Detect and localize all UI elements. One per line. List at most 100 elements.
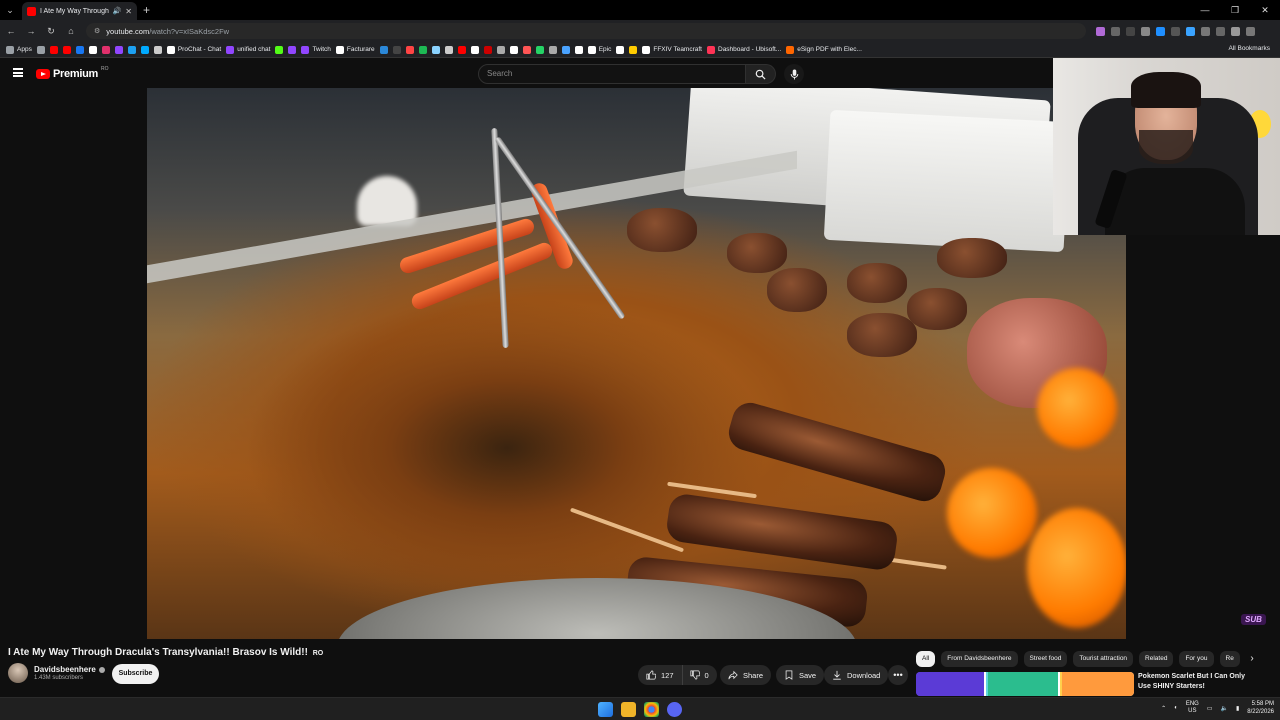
dislike-button[interactable]: 0 xyxy=(682,665,717,685)
recommended-video[interactable]: Pokemon Scarlet But I Can Only Use SHINY… xyxy=(916,672,1256,696)
bookmark-item[interactable]: Facturare xyxy=(335,45,375,54)
bookmark-item[interactable] xyxy=(483,45,492,54)
filter-chip[interactable]: Related xyxy=(1139,651,1174,667)
bookmark-item[interactable] xyxy=(574,45,583,54)
bookmark-item[interactable]: Dashboard - Ubisoft... xyxy=(707,45,781,54)
bookmark-item[interactable] xyxy=(140,45,149,54)
speaker-icon[interactable]: 🔊 xyxy=(113,7,122,15)
filter-chip[interactable]: Re xyxy=(1219,651,1240,667)
bookmark-item[interactable] xyxy=(418,45,427,54)
bookmark-item[interactable] xyxy=(431,45,440,54)
discord-icon[interactable] xyxy=(667,702,682,717)
tab-search-icon[interactable]: ⌄ xyxy=(0,5,20,16)
close-window-button[interactable]: ✕ xyxy=(1250,0,1280,20)
channel-name[interactable]: Davidsbeenhere xyxy=(34,665,96,674)
bookmark-item[interactable] xyxy=(101,45,110,54)
bookmark-item[interactable] xyxy=(62,45,71,54)
extension-icon[interactable] xyxy=(1186,26,1195,36)
network-icon[interactable]: ◐ xyxy=(1174,705,1178,711)
bookmark-item[interactable] xyxy=(153,45,162,54)
volume-icon[interactable]: 🔈 xyxy=(1221,705,1228,712)
subscribe-button[interactable]: Subscribe xyxy=(112,664,159,684)
file-explorer-icon[interactable] xyxy=(621,702,636,717)
filter-chip[interactable]: All xyxy=(916,651,936,667)
bookmark-item[interactable] xyxy=(75,45,84,54)
chevron-right-icon[interactable]: › xyxy=(1244,651,1260,667)
search-button[interactable] xyxy=(746,64,776,84)
tab-close-icon[interactable]: ✕ xyxy=(125,7,132,16)
new-tab-button[interactable]: + xyxy=(143,3,150,17)
reload-button[interactable]: ↻ xyxy=(42,26,60,37)
profile-icon[interactable] xyxy=(1231,26,1240,36)
bookmark-item[interactable] xyxy=(127,45,136,54)
bookmark-item[interactable] xyxy=(36,45,45,54)
bookmark-item[interactable]: FFXIV Teamcraft xyxy=(642,45,702,54)
forward-button[interactable]: → xyxy=(22,26,40,36)
voice-search-button[interactable] xyxy=(784,64,804,84)
windows-start-icon[interactable] xyxy=(598,702,613,717)
filter-chip[interactable]: Tourist attraction xyxy=(1073,651,1134,667)
wifi-icon[interactable]: ▭ xyxy=(1207,705,1213,712)
extensions-menu-icon[interactable] xyxy=(1216,26,1225,36)
bookmark-item[interactable] xyxy=(509,45,518,54)
bookmark-item[interactable]: unified chat xyxy=(226,45,270,54)
bookmark-item[interactable] xyxy=(444,45,453,54)
bookmark-item[interactable] xyxy=(288,45,297,54)
browser-tab-active[interactable]: I Ate My Way Through Dra... 🔊 ✕ xyxy=(22,2,137,20)
extension-icon[interactable] xyxy=(1171,26,1180,36)
more-menu-icon[interactable] xyxy=(1246,26,1255,36)
extension-icon[interactable] xyxy=(1096,26,1105,36)
share-button[interactable]: Share xyxy=(720,665,772,685)
bookmark-item[interactable] xyxy=(496,45,505,54)
site-info-icon[interactable]: ⚙ xyxy=(94,27,100,35)
bookmark-item[interactable]: ProChat - Chat xyxy=(166,45,221,54)
back-button[interactable]: ← xyxy=(2,26,20,36)
bookmark-item[interactable] xyxy=(49,45,58,54)
like-button[interactable]: 127 xyxy=(638,665,683,685)
minimize-button[interactable]: — xyxy=(1190,0,1220,20)
video-player[interactable] xyxy=(147,88,1126,639)
bookmark-item[interactable]: Twitch xyxy=(301,45,331,54)
channel-name-row[interactable]: Davidsbeenhere xyxy=(34,665,105,674)
home-button[interactable]: ⌂ xyxy=(62,26,80,36)
filter-chip[interactable]: From Davidsbeenhere xyxy=(941,651,1018,667)
channel-avatar[interactable] xyxy=(8,663,28,683)
bookmark-item[interactable] xyxy=(629,45,638,54)
url-omnibox[interactable]: ⚙ youtube.com /watch?v=xISaKdsc2Fw xyxy=(86,23,1086,39)
menu-icon[interactable] xyxy=(13,68,23,77)
tray-chevron-icon[interactable]: ⌃ xyxy=(1161,705,1166,712)
extension-icon[interactable] xyxy=(1201,26,1210,36)
maximize-button[interactable]: ❐ xyxy=(1220,0,1250,20)
extension-icon[interactable] xyxy=(1156,26,1165,36)
bookmark-item[interactable] xyxy=(522,45,531,54)
bookmark-item[interactable] xyxy=(561,45,570,54)
extension-icon[interactable] xyxy=(1111,26,1120,36)
recommended-thumbnail[interactable] xyxy=(916,672,1134,696)
search-input[interactable]: Search xyxy=(478,64,746,84)
bookmark-item[interactable] xyxy=(548,45,557,54)
chrome-icon[interactable] xyxy=(644,702,659,717)
all-bookmarks-button[interactable]: All Bookmarks xyxy=(1228,45,1270,52)
save-button[interactable]: Save xyxy=(776,665,825,685)
filter-chip[interactable]: For you xyxy=(1179,651,1214,667)
bookmark-item[interactable]: eSign PDF with Elec... xyxy=(786,45,862,54)
bookmark-item[interactable] xyxy=(275,45,284,54)
battery-icon[interactable]: ▮ xyxy=(1236,705,1239,712)
language-indicator[interactable]: ENG US xyxy=(1186,701,1199,715)
clock[interactable]: 5:58 PM 8/22/2026 xyxy=(1247,700,1274,716)
bookmark-item[interactable] xyxy=(88,45,97,54)
bookmark-item[interactable] xyxy=(470,45,479,54)
extension-icon[interactable] xyxy=(1126,26,1135,36)
bookmark-item[interactable] xyxy=(392,45,401,54)
bookmark-item[interactable] xyxy=(405,45,414,54)
extension-icon[interactable] xyxy=(1141,26,1150,36)
recommended-title[interactable]: Pokemon Scarlet But I Can Only Use SHINY… xyxy=(1138,672,1256,696)
bookmark-item[interactable] xyxy=(457,45,466,54)
bookmark-item[interactable] xyxy=(616,45,625,54)
bookmark-item[interactable]: Apps xyxy=(6,45,32,54)
more-actions-button[interactable]: ••• xyxy=(888,665,908,685)
youtube-premium-logo[interactable]: Premium RO xyxy=(36,66,108,80)
bookmark-item[interactable] xyxy=(114,45,123,54)
bookmark-item[interactable] xyxy=(535,45,544,54)
download-button[interactable]: Download xyxy=(824,665,889,685)
